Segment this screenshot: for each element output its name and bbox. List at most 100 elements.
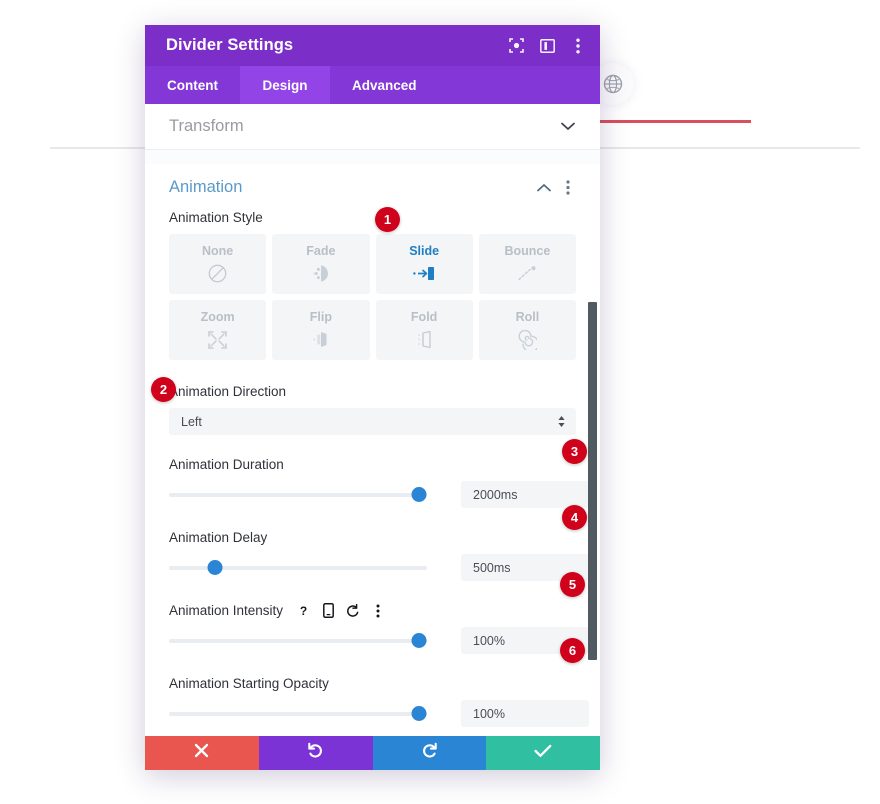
animation-delay-label: Animation Delay: [169, 530, 576, 545]
slider-handle[interactable]: [411, 487, 427, 502]
zoom-expand-icon: [207, 329, 228, 351]
animation-intensity-tools: ?: [296, 603, 385, 618]
animation-style-label: Animation Style: [169, 210, 576, 225]
animation-starting-opacity-row: 100%: [169, 700, 589, 727]
animation-direction-label: Animation Direction: [169, 384, 576, 399]
animation-intensity-row: 100%: [169, 627, 589, 654]
animation-starting-opacity-label: Animation Starting Opacity: [169, 676, 576, 691]
animation-style-flip[interactable]: Flip: [272, 300, 370, 360]
focus-target-icon[interactable]: [508, 38, 524, 54]
redo-icon: [421, 742, 438, 764]
animation-duration-slider[interactable]: [169, 487, 427, 503]
animation-direction-label-text: Animation Direction: [169, 384, 287, 399]
animation-starting-opacity-slider[interactable]: [169, 706, 427, 722]
annotation-badge-6: 6: [560, 638, 585, 663]
cancel-button[interactable]: [145, 736, 259, 770]
animation-starting-opacity-value[interactable]: 100%: [461, 700, 589, 727]
annotation-badge-1: 1: [375, 207, 400, 232]
animation-section-more-options-icon[interactable]: [560, 179, 576, 195]
modal-title: Divider Settings: [166, 36, 294, 54]
tab-design[interactable]: Design: [240, 66, 330, 104]
slider-track: [169, 711, 427, 716]
flip-icon: [311, 329, 331, 351]
slider-track: [169, 492, 427, 497]
animation-duration-value[interactable]: 2000ms: [461, 481, 589, 508]
animation-style-bounce-label: Bounce: [504, 243, 551, 258]
annotation-badge-3: 3: [562, 439, 587, 464]
animation-style-zoom[interactable]: Zoom: [169, 300, 267, 360]
section-animation[interactable]: Animation: [145, 164, 600, 210]
animation-fields: Animation Style None Fade Slide Bounce Z…: [145, 210, 600, 736]
animation-style-slide[interactable]: Slide: [375, 234, 473, 294]
modal-header-icons: [508, 38, 586, 54]
animation-style-bounce[interactable]: Bounce: [478, 234, 576, 294]
modal-footer: [145, 736, 600, 770]
more-options-icon[interactable]: [371, 603, 385, 618]
animation-style-none[interactable]: None: [169, 234, 267, 294]
section-transform[interactable]: Transform: [145, 104, 600, 150]
slide-icon: [412, 263, 436, 285]
slider-track: [169, 638, 427, 643]
bounce-icon: [516, 263, 538, 285]
check-icon: [534, 744, 552, 763]
reset-icon[interactable]: [346, 603, 360, 618]
animation-style-zoom-label: Zoom: [200, 309, 235, 324]
animation-duration-row: 2000ms: [169, 481, 589, 508]
section-gap: [145, 150, 600, 164]
annotation-badge-4: 4: [562, 505, 587, 530]
tab-advanced[interactable]: Advanced: [330, 66, 439, 104]
animation-intensity-label: Animation Intensity ?: [169, 603, 576, 618]
animation-direction-value: Left: [181, 414, 202, 429]
x-icon: [194, 743, 209, 763]
slider-handle[interactable]: [207, 560, 223, 575]
mobile-device-icon[interactable]: [321, 603, 335, 618]
animation-style-label-text: Animation Style: [169, 210, 263, 225]
animation-style-fold-label: Fold: [410, 309, 438, 324]
divider-settings-modal: Divider Settings Content Design Advanced…: [145, 25, 600, 770]
help-icon[interactable]: ?: [296, 603, 310, 618]
animation-style-flip-label: Flip: [309, 309, 332, 324]
animation-style-grid: None Fade Slide Bounce Zoom Flip Fold Ro…: [169, 234, 576, 360]
slider-handle[interactable]: [411, 633, 427, 648]
animation-style-roll-label: Roll: [515, 309, 540, 324]
animation-style-roll[interactable]: Roll: [478, 300, 576, 360]
animation-intensity-label-text: Animation Intensity: [169, 603, 284, 618]
no-entry-icon: [208, 263, 227, 285]
slider-handle[interactable]: [411, 706, 427, 721]
layout-panel-icon[interactable]: [539, 38, 555, 54]
annotation-badge-2: 2: [151, 377, 176, 402]
background-divider-module[interactable]: [598, 120, 751, 123]
section-transform-title: Transform: [169, 117, 244, 135]
modal-scrollbar[interactable]: [588, 104, 597, 736]
undo-button[interactable]: [258, 736, 373, 770]
animation-delay-row: 500ms: [169, 554, 589, 581]
svg-text:?: ?: [299, 604, 306, 618]
animation-duration-label: Animation Duration: [169, 457, 576, 472]
animation-delay-slider[interactable]: [169, 560, 427, 576]
animation-delay-label-text: Animation Delay: [169, 530, 268, 545]
animation-intensity-slider[interactable]: [169, 633, 427, 649]
chevron-down-icon[interactable]: [560, 119, 576, 135]
animation-style-fade[interactable]: Fade: [272, 234, 370, 294]
section-animation-title: Animation: [169, 177, 243, 196]
annotation-badge-5: 5: [560, 572, 585, 597]
chevron-up-icon[interactable]: [536, 179, 552, 195]
modal-tab-bar: Content Design Advanced: [145, 66, 600, 104]
redo-button[interactable]: [372, 736, 487, 770]
modal-body: Transform Animation Animation Style None…: [145, 104, 600, 736]
save-button[interactable]: [486, 736, 600, 770]
animation-style-slide-label: Slide: [409, 243, 440, 258]
animation-direction-select[interactable]: Left: [169, 408, 576, 435]
animation-starting-opacity-label-text: Animation Starting Opacity: [169, 676, 329, 691]
roll-spiral-icon: [517, 329, 538, 351]
animation-duration-label-text: Animation Duration: [169, 457, 284, 472]
modal-header: Divider Settings: [145, 25, 600, 66]
tab-content[interactable]: Content: [145, 66, 240, 104]
more-options-icon[interactable]: [570, 38, 586, 54]
animation-style-fade-label: Fade: [306, 243, 336, 258]
fold-icon: [414, 329, 434, 351]
scrollbar-thumb[interactable]: [588, 302, 597, 660]
fade-icon: [311, 263, 331, 285]
chevron-updown-icon: [556, 415, 566, 428]
animation-style-fold[interactable]: Fold: [375, 300, 473, 360]
